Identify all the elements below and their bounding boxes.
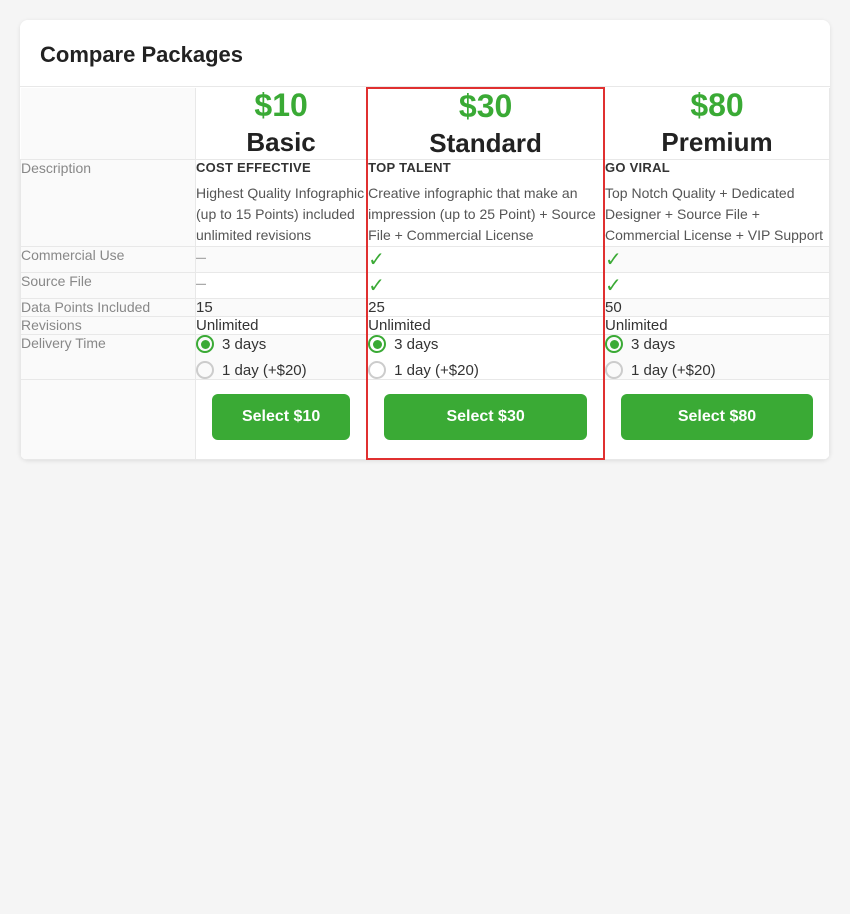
standard-description-cell: TOP TALENT Creative infographic that mak… <box>367 160 604 247</box>
standard-source-cell: ✓ <box>367 273 604 299</box>
basic-delivery-options: 3 days 1 day (+$20) <box>196 335 366 379</box>
standard-name: Standard <box>368 128 603 159</box>
basic-delivery-cell: 3 days 1 day (+$20) <box>196 335 368 380</box>
standard-select-cell: Select $30 <box>367 380 604 460</box>
premium-data-points-value: 50 <box>605 299 622 316</box>
description-label-cell: Description <box>21 160 196 247</box>
basic-desc-text: Highest Quality Infographic (up to 15 Po… <box>196 183 366 246</box>
compare-table: $10 Basic $30 Standard $80 Premium Descr… <box>20 87 830 460</box>
basic-source-cell: – <box>196 273 368 299</box>
premium-1day-label: 1 day (+$20) <box>631 362 716 379</box>
premium-package-header: $80 Premium <box>604 88 829 160</box>
basic-revisions-value: Unlimited <box>196 317 259 334</box>
standard-delivery-options: 3 days 1 day (+$20) <box>368 335 603 379</box>
commercial-use-label-cell: Commercial Use <box>21 247 196 273</box>
standard-1day-label: 1 day (+$20) <box>394 362 479 379</box>
standard-source-check-icon: ✓ <box>368 273 603 298</box>
description-label: Description <box>21 160 91 176</box>
premium-revisions-cell: Unlimited <box>604 317 829 335</box>
delivery-row: Delivery Time 3 days 1 day (+$20) <box>21 335 830 380</box>
basic-3day-label: 3 days <box>222 336 266 353</box>
premium-1day-option[interactable]: 1 day (+$20) <box>605 361 829 379</box>
premium-3day-label: 3 days <box>631 336 675 353</box>
standard-3day-option[interactable]: 3 days <box>368 335 603 353</box>
standard-revisions-cell: Unlimited <box>367 317 604 335</box>
source-file-label: Source File <box>21 273 92 289</box>
premium-description-cell: GO VIRAL Top Notch Quality + Dedicated D… <box>604 160 829 247</box>
standard-delivery-cell: 3 days 1 day (+$20) <box>367 335 604 380</box>
standard-3day-radio[interactable] <box>368 335 386 353</box>
source-file-label-cell: Source File <box>21 273 196 299</box>
premium-source-check-icon: ✓ <box>605 273 829 298</box>
premium-select-cell: Select $80 <box>604 380 829 460</box>
premium-name: Premium <box>605 127 829 158</box>
basic-desc-subtitle: COST EFFECTIVE <box>196 160 366 175</box>
standard-desc-text: Creative infographic that make an impres… <box>368 183 603 246</box>
basic-data-points-cell: 15 <box>196 299 368 317</box>
basic-1day-option[interactable]: 1 day (+$20) <box>196 361 366 379</box>
delivery-label-cell: Delivery Time <box>21 335 196 380</box>
standard-desc-subtitle: TOP TALENT <box>368 160 603 175</box>
premium-1day-radio[interactable] <box>605 361 623 379</box>
premium-source-cell: ✓ <box>604 273 829 299</box>
premium-commercial-check-icon: ✓ <box>605 247 829 272</box>
empty-header-cell <box>21 88 196 160</box>
revisions-label: Revisions <box>21 317 82 333</box>
basic-data-points-value: 15 <box>196 299 213 316</box>
commercial-use-row: Commercial Use – ✓ ✓ <box>21 247 830 273</box>
standard-revisions-value: Unlimited <box>368 317 431 334</box>
page-title: Compare Packages <box>20 20 830 87</box>
select-empty-cell <box>21 380 196 460</box>
standard-3day-label: 3 days <box>394 336 438 353</box>
basic-description-cell: COST EFFECTIVE Highest Quality Infograph… <box>196 160 368 247</box>
standard-select-button[interactable]: Select $30 <box>384 394 587 440</box>
standard-1day-option[interactable]: 1 day (+$20) <box>368 361 603 379</box>
premium-3day-radio[interactable] <box>605 335 623 353</box>
premium-desc-text: Top Notch Quality + Dedicated Designer +… <box>605 183 829 246</box>
basic-commercial-cell: – <box>196 247 368 273</box>
basic-select-button[interactable]: Select $10 <box>212 394 350 440</box>
data-points-label: Data Points Included <box>21 299 150 315</box>
standard-data-points-cell: 25 <box>367 299 604 317</box>
standard-commercial-check-icon: ✓ <box>368 247 603 272</box>
standard-package-header: $30 Standard <box>367 88 604 160</box>
basic-name: Basic <box>196 127 366 158</box>
basic-package-header: $10 Basic <box>196 88 368 160</box>
premium-data-points-cell: 50 <box>604 299 829 317</box>
basic-source-dash-icon: – <box>196 273 366 294</box>
revisions-label-cell: Revisions <box>21 317 196 335</box>
basic-3day-option[interactable]: 3 days <box>196 335 366 353</box>
premium-select-button[interactable]: Select $80 <box>621 394 813 440</box>
delivery-label: Delivery Time <box>21 335 106 351</box>
premium-desc-subtitle: GO VIRAL <box>605 160 829 175</box>
source-file-row: Source File – ✓ ✓ <box>21 273 830 299</box>
data-points-label-cell: Data Points Included <box>21 299 196 317</box>
revisions-row: Revisions Unlimited Unlimited Unlimited <box>21 317 830 335</box>
basic-1day-label: 1 day (+$20) <box>222 362 307 379</box>
premium-revisions-value: Unlimited <box>605 317 668 334</box>
basic-revisions-cell: Unlimited <box>196 317 368 335</box>
standard-commercial-cell: ✓ <box>367 247 604 273</box>
basic-commercial-dash-icon: – <box>196 247 366 268</box>
premium-commercial-cell: ✓ <box>604 247 829 273</box>
basic-price: $10 <box>196 88 366 123</box>
select-buttons-row: Select $10 Select $30 Select $80 <box>21 380 830 460</box>
premium-delivery-cell: 3 days 1 day (+$20) <box>604 335 829 380</box>
data-points-row: Data Points Included 15 25 50 <box>21 299 830 317</box>
premium-price: $80 <box>605 88 829 123</box>
basic-select-cell: Select $10 <box>196 380 368 460</box>
premium-3day-option[interactable]: 3 days <box>605 335 829 353</box>
basic-3day-radio[interactable] <box>196 335 214 353</box>
commercial-use-label: Commercial Use <box>21 247 124 263</box>
premium-delivery-options: 3 days 1 day (+$20) <box>605 335 829 379</box>
standard-1day-radio[interactable] <box>368 361 386 379</box>
standard-price: $30 <box>368 89 603 124</box>
standard-data-points-value: 25 <box>368 299 385 316</box>
description-row: Description COST EFFECTIVE Highest Quali… <box>21 160 830 247</box>
compare-packages-container: Compare Packages $10 Basic $30 Standard … <box>20 20 830 460</box>
basic-1day-radio[interactable] <box>196 361 214 379</box>
